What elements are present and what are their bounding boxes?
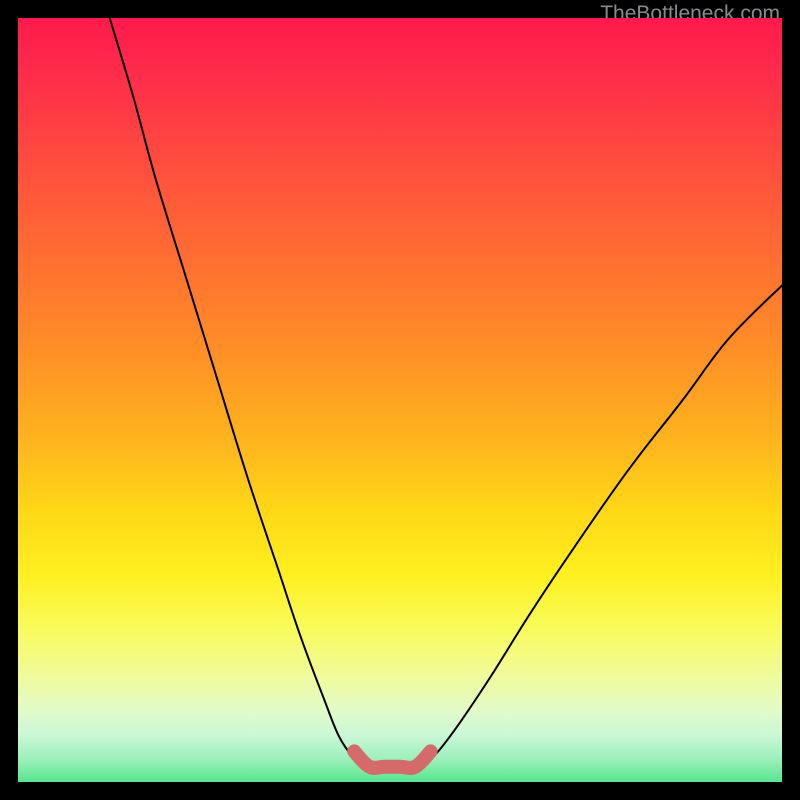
right-curve bbox=[423, 285, 782, 766]
trough-highlight bbox=[354, 751, 430, 768]
gradient-plot-area bbox=[18, 18, 782, 782]
left-curve bbox=[110, 18, 362, 767]
chart-overlay bbox=[18, 18, 782, 782]
chart-frame: TheBottleneck.com bbox=[0, 0, 800, 800]
